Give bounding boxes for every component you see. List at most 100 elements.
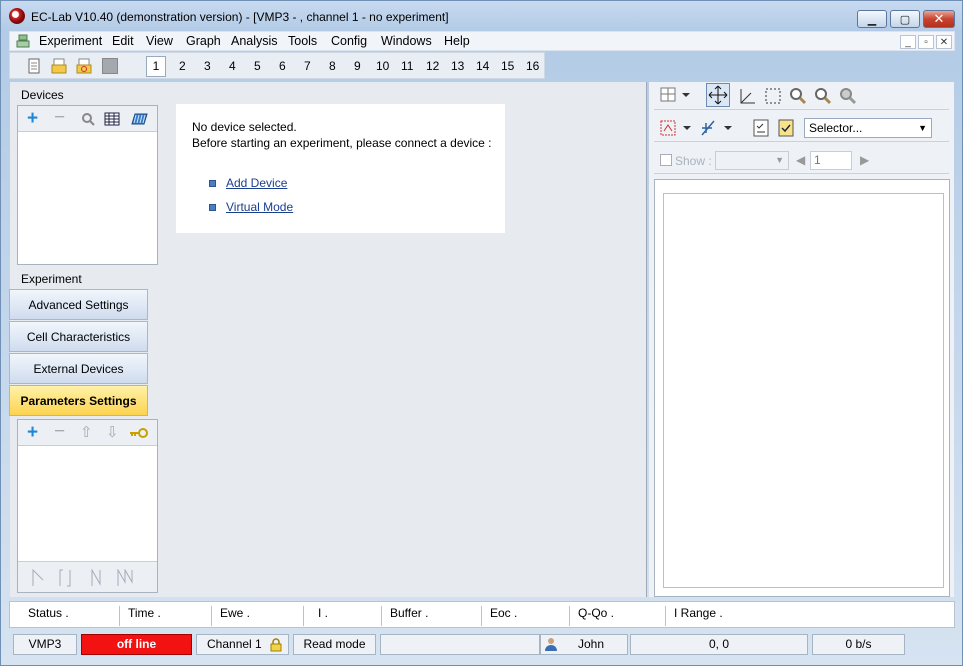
move-down-icon[interactable]: ⇩ — [106, 423, 119, 441]
device-table-icon[interactable] — [104, 111, 120, 127]
devices-label: Devices — [21, 88, 64, 102]
graph-layout-icon[interactable] — [660, 87, 690, 103]
zoom-box-icon[interactable] — [764, 87, 782, 105]
channel-tab-14[interactable]: 14 — [476, 59, 489, 73]
show-checkbox[interactable] — [660, 154, 672, 166]
channel-tab-9[interactable]: 9 — [354, 59, 361, 73]
no-device-text: No device selected. — [192, 120, 297, 134]
channel-tab-5[interactable]: 5 — [254, 59, 261, 73]
menu-app-icon — [16, 34, 30, 48]
channel-tab-11[interactable]: 11 — [401, 59, 413, 73]
connect-device-text: Before starting an experiment, please co… — [192, 136, 492, 150]
app-logo-icon — [9, 8, 25, 24]
menu-tools[interactable]: Tools — [288, 34, 317, 48]
new-document-icon[interactable] — [26, 58, 42, 74]
channel-tab-15[interactable]: 15 — [501, 59, 514, 73]
stop-icon[interactable] — [102, 58, 118, 74]
add-technique-icon[interactable]: + — [27, 422, 38, 444]
devices-toolbar: + − — [18, 106, 157, 132]
graph-toolbar-1 — [654, 82, 949, 110]
add-device-icon[interactable]: + — [27, 108, 38, 130]
show-dropdown[interactable]: ▼ — [715, 151, 789, 170]
add-device-link[interactable]: Add Device — [226, 176, 287, 190]
mdi-minimize-button[interactable]: _ — [900, 35, 916, 49]
check-box-icon[interactable] — [777, 119, 795, 137]
channel-tab-6[interactable]: 6 — [279, 59, 286, 73]
window-title: EC-Lab V10.40 (demonstration version) - … — [31, 10, 449, 24]
status-bar: VMP3 off line Channel 1 Read mode John 0… — [9, 632, 955, 658]
mdi-close-button[interactable]: ✕ — [936, 35, 952, 49]
title-bar: EC-Lab V10.40 (demonstration version) - … — [1, 1, 962, 31]
sequence-mode-icons[interactable] — [30, 569, 142, 587]
plot-area[interactable] — [654, 179, 950, 597]
key-icon[interactable] — [129, 426, 149, 440]
channel-tab-8[interactable]: 8 — [329, 59, 336, 73]
maximize-button[interactable]: ▢ — [890, 10, 920, 28]
mode-status: Read mode — [293, 634, 376, 655]
user-name: John — [577, 637, 605, 651]
menu-view[interactable]: View — [146, 34, 173, 48]
zoom-out-icon[interactable] — [814, 87, 832, 105]
page-number-field[interactable]: 1 — [810, 151, 852, 170]
move-up-icon[interactable]: ⇧ — [80, 423, 93, 441]
axis-tool-icon[interactable] — [738, 87, 756, 105]
show-label: Show : — [675, 154, 712, 168]
device-rack-icon[interactable] — [130, 111, 148, 127]
virtual-mode-link[interactable]: Virtual Mode — [226, 200, 293, 214]
pan-icon — [708, 85, 728, 105]
devices-list[interactable]: + − — [17, 105, 158, 265]
status-cell-eoc: Eoc . — [482, 606, 570, 626]
zoom-in-icon[interactable] — [789, 87, 807, 105]
menu-config[interactable]: Config — [331, 34, 367, 48]
channel-tab-4[interactable]: 4 — [229, 59, 236, 73]
channel-tab-13[interactable]: 13 — [451, 59, 464, 73]
zoom-reset-icon[interactable] — [839, 87, 857, 105]
checklist-icon[interactable] — [752, 119, 770, 137]
status-cell-status: Status . — [20, 606, 120, 626]
main-toolbar: 1 2 3 4 5 6 7 8 9 10 11 12 13 14 15 16 — [9, 52, 545, 79]
open-settings-icon[interactable] — [76, 58, 92, 74]
plot-canvas[interactable] — [663, 193, 944, 588]
selector-dropdown[interactable]: Selector... ▼ — [804, 118, 932, 138]
remove-technique-icon[interactable]: − — [54, 421, 65, 443]
status-cell-buffer: Buffer . — [382, 606, 482, 626]
status-cell-time: Time . — [120, 606, 212, 626]
technique-list[interactable]: + − ⇧ ⇩ — [17, 419, 158, 593]
open-folder-icon[interactable] — [51, 58, 67, 74]
menu-help[interactable]: Help — [444, 34, 470, 48]
device-search-icon[interactable] — [80, 111, 96, 127]
close-button[interactable]: ✕ — [923, 10, 955, 28]
user-status: John — [540, 634, 628, 655]
selector-chevron-icon: ▼ — [918, 123, 927, 133]
status-cell-current: I . — [304, 606, 382, 626]
menu-experiment[interactable]: Experiment — [39, 34, 102, 48]
page-prev-icon[interactable]: ◀ — [796, 153, 805, 167]
device-status: VMP3 — [13, 634, 77, 655]
page-next-icon[interactable]: ▶ — [860, 153, 869, 167]
channel-status: Channel 1 — [196, 634, 289, 655]
menu-edit[interactable]: Edit — [112, 34, 134, 48]
menu-bar: Experiment Edit View Graph Analysis Tool… — [9, 31, 955, 51]
menu-graph[interactable]: Graph — [186, 34, 221, 48]
graph-style-icon[interactable] — [659, 119, 691, 137]
advanced-settings-button[interactable]: Advanced Settings — [9, 289, 148, 320]
menu-analysis[interactable]: Analysis — [231, 34, 278, 48]
pan-tool-button[interactable] — [706, 83, 730, 107]
user-icon — [545, 638, 557, 651]
channel-tab-1[interactable]: 1 — [146, 56, 166, 77]
channel-tab-10[interactable]: 10 — [376, 59, 389, 73]
channel-tab-12[interactable]: 12 — [426, 59, 439, 73]
remove-device-icon[interactable]: − — [54, 107, 65, 129]
menu-windows[interactable]: Windows — [381, 34, 432, 48]
cell-characteristics-button[interactable]: Cell Characteristics — [9, 321, 148, 352]
channel-tab-3[interactable]: 3 — [204, 59, 211, 73]
minimize-button[interactable]: ▁ — [857, 10, 887, 28]
rate-status: 0 b/s — [812, 634, 905, 655]
mdi-restore-button[interactable]: ▫ — [918, 35, 934, 49]
channel-tab-16[interactable]: 16 — [526, 59, 539, 73]
parameters-settings-button[interactable]: Parameters Settings — [9, 385, 148, 416]
channel-tab-7[interactable]: 7 — [304, 59, 311, 73]
external-devices-button[interactable]: External Devices — [9, 353, 148, 384]
channel-tab-2[interactable]: 2 — [179, 59, 186, 73]
cursor-tool-icon[interactable] — [700, 119, 734, 137]
